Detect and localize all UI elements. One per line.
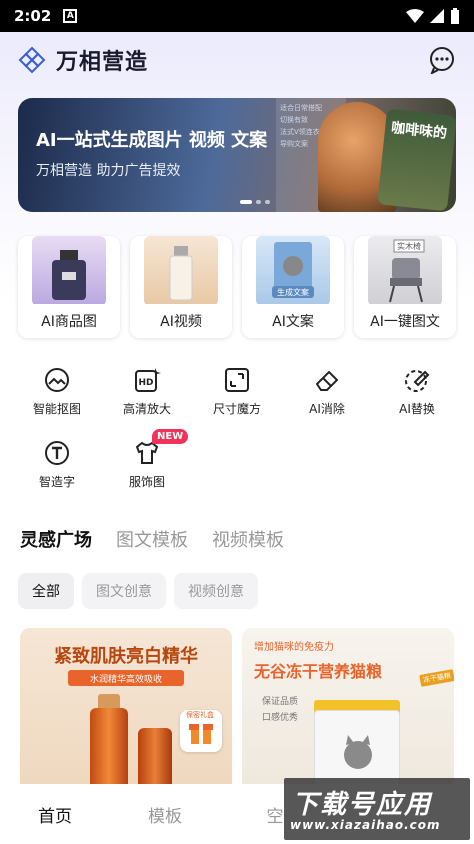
hd-upscale-icon: HD: [135, 368, 161, 392]
status-bar: 2:02 A: [0, 0, 474, 32]
card-subtitle: 水润精华高效吸收: [68, 670, 184, 686]
tab-image-templates[interactable]: 图文模板: [116, 526, 188, 552]
nav-home[interactable]: 首页: [0, 802, 110, 827]
svg-text:实木椅: 实木椅: [397, 241, 421, 251]
tool-resize[interactable]: 尺寸魔方: [192, 366, 282, 417]
watermark-url: www.xiazaihao.com: [290, 818, 441, 832]
banner-dot: [240, 200, 252, 204]
banner-pagination: [240, 200, 270, 204]
tool-label: 智能抠图: [32, 402, 81, 416]
notification-icon: A: [63, 9, 78, 23]
tool-label: AI替换: [399, 402, 435, 416]
replace-icon: [405, 370, 430, 392]
new-badge: NEW: [152, 429, 189, 444]
feature-ai-one-click-layout[interactable]: 实木椅 AI一键图文: [354, 236, 456, 338]
tab-video-templates[interactable]: 视频模板: [212, 526, 284, 552]
gift-label: 保密礼盒: [186, 711, 214, 719]
nav-templates[interactable]: 模板: [110, 802, 220, 827]
wifi-icon: [406, 9, 424, 23]
chair-thumbnail: 实木椅: [368, 236, 442, 306]
filter-chips: 全部 图文创意 视频创意: [18, 573, 258, 609]
serum-bottle-small: [138, 728, 172, 784]
feature-label: AI文案: [242, 304, 344, 338]
svg-text:生成文案: 生成文案: [277, 287, 309, 297]
resize-icon: [225, 368, 249, 392]
feature-label: AI商品图: [18, 304, 120, 338]
tool-smart-cutout[interactable]: 智能抠图: [12, 366, 102, 417]
card-feature: 保证品质: [262, 697, 299, 707]
banner-coffee-card: 咖啡味的: [377, 108, 456, 212]
tab-inspiration[interactable]: 灵感广场: [20, 526, 92, 552]
feature-ai-copywriting[interactable]: 生成文案 AI文案: [242, 236, 344, 338]
battery-icon: [451, 8, 459, 24]
banner-title: AI一站式生成图片 视频 文案: [36, 130, 268, 151]
tools-grid: 智能抠图 HD 高清放大 尺寸魔方 AI消除 AI替换 智造字 NEW 服饰图: [12, 366, 462, 490]
chip-video-creative[interactable]: 视频创意: [174, 573, 258, 609]
inspiration-card-serum[interactable]: 紧致肌肤亮白精华 水润精华高效吸收 保密礼盒: [20, 628, 232, 784]
status-icons: [406, 8, 460, 24]
chip-image-creative[interactable]: 图文创意: [82, 573, 166, 609]
tool-label: 智造字: [38, 475, 75, 489]
perfume-thumbnail: [32, 236, 106, 306]
banner-subtitle: 万相营造 助力广告提效: [36, 163, 181, 179]
inspiration-card-catfood[interactable]: 增加猫咪的免疫力 无谷冻干营养猫粮 冻干猫粮 保证品质 口感优秀: [242, 628, 454, 784]
tool-ai-erase[interactable]: AI消除: [282, 366, 372, 417]
banner-dot: [256, 200, 261, 204]
feature-cards: AI商品图 AI视频 生成文案 AI文案 实木椅 AI一键图文: [18, 236, 456, 338]
tool-label: 高清放大: [122, 402, 171, 416]
signal-icon: [430, 9, 444, 23]
feature-ai-product-image[interactable]: AI商品图: [18, 236, 120, 338]
status-time: 2:02: [14, 7, 52, 25]
cat-icon: [344, 735, 372, 769]
banner-dot: [265, 200, 270, 204]
tool-hd-upscale[interactable]: HD 高清放大: [102, 366, 192, 417]
promo-banner[interactable]: 适合日常搭配 切换有致 法式V领连衣裙 导购文案 咖啡味的 AI一站式生成图片 …: [18, 98, 456, 212]
tool-label: AI消除: [309, 402, 345, 416]
chip-all[interactable]: 全部: [18, 573, 74, 609]
smart-cutout-icon: [45, 368, 69, 392]
watermark-overlay: 下载号应用 www.xiazaihao.com: [284, 778, 470, 840]
feature-label: AI视频: [130, 304, 232, 338]
card-tag: 冻干猫粮: [419, 669, 454, 687]
card-tagline: 增加猫咪的免疫力: [254, 642, 334, 653]
feature-ai-video[interactable]: AI视频: [130, 236, 232, 338]
card-title: 紧致肌肤亮白精华: [54, 646, 198, 667]
tool-apparel[interactable]: NEW 服饰图: [102, 429, 192, 490]
logo-icon: [18, 46, 46, 74]
catfood-thumbnail: 生成文案: [256, 236, 330, 306]
chat-bubble-icon[interactable]: [428, 46, 456, 74]
tool-ai-replace[interactable]: AI替换: [372, 366, 462, 417]
app-name: 万相营造: [56, 50, 149, 75]
app-header: 万相营造: [0, 38, 474, 82]
content-tabs: 灵感广场 图文模板 视频模板: [20, 526, 284, 552]
tool-label: 服饰图: [128, 475, 165, 489]
feature-label: AI一键图文: [354, 304, 456, 338]
card-title: 无谷冻干营养猫粮: [254, 662, 383, 681]
text-icon: [45, 441, 69, 465]
svg-text:HD: HD: [138, 378, 153, 388]
tool-smart-text[interactable]: 智造字: [12, 439, 102, 490]
card-feature: 口感优秀: [262, 713, 299, 723]
watermark-text: 下载号应用: [292, 790, 433, 820]
bottle-thumbnail: [144, 236, 218, 306]
tool-label: 尺寸魔方: [212, 402, 261, 416]
eraser-icon: [315, 370, 339, 391]
catfood-bag: [314, 710, 400, 784]
serum-bottle: [90, 708, 128, 784]
